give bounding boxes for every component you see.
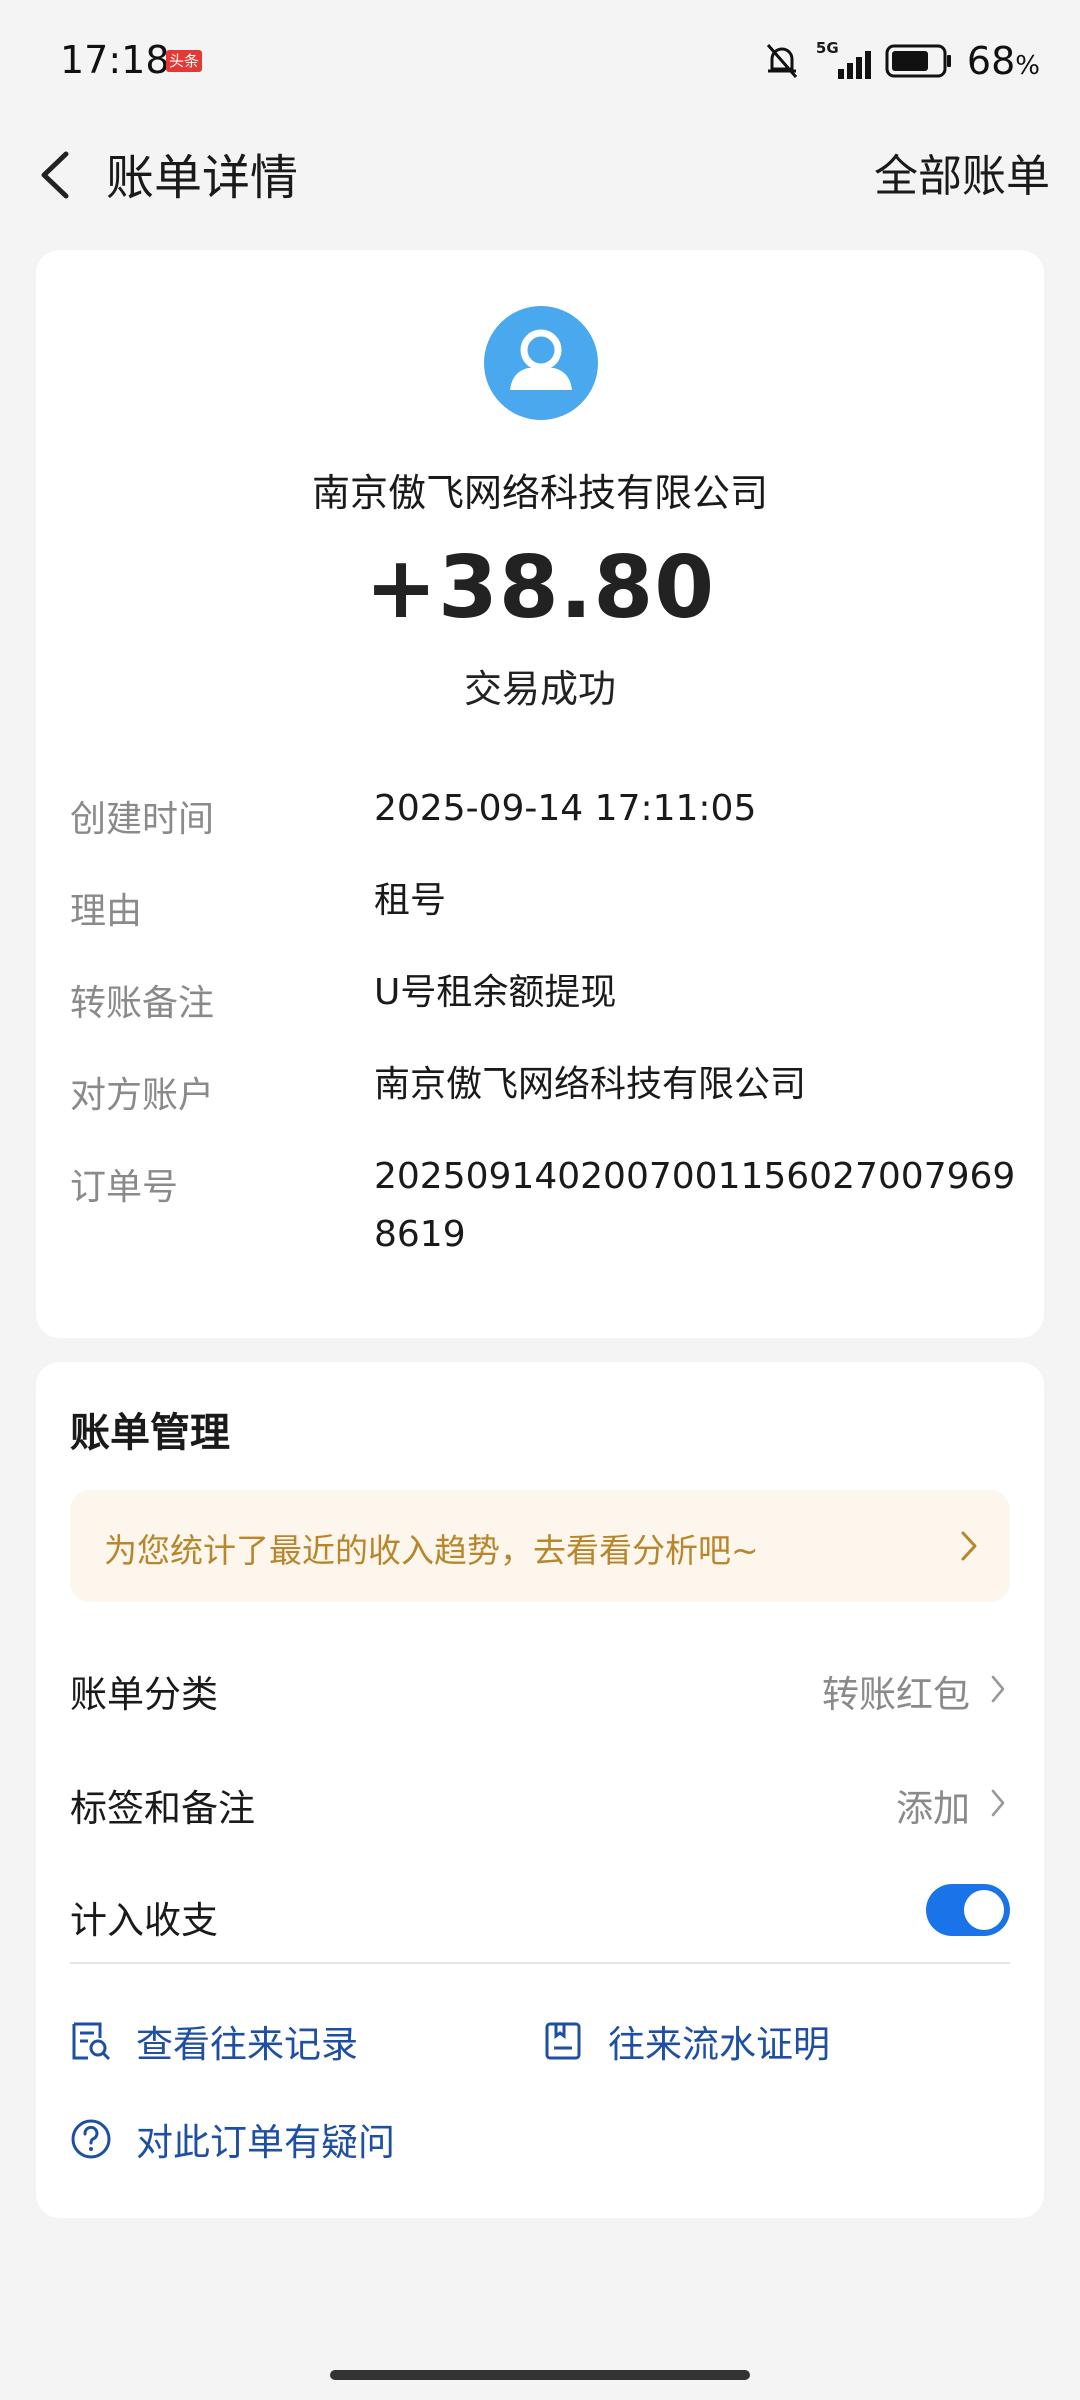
status-time: 17:18 [60, 38, 170, 82]
tags-notes-value: 添加 [896, 1787, 970, 1830]
status-icons: 5G 68% [762, 36, 1040, 86]
battery-level: 68% [966, 39, 1040, 83]
record-search-icon [72, 2022, 111, 2061]
news-app-badge: 头条 [166, 50, 202, 72]
detail-value: U号租余额提现 [374, 972, 617, 1013]
status-bar: 17:18 头条 5G 68% [0, 0, 1080, 120]
detail-label: 创建时间 [70, 799, 215, 840]
detail-value: 租号 [374, 880, 447, 921]
page-title: 账单详情 [106, 150, 299, 206]
merchant-name: 南京傲飞网络科技有限公司 [311, 471, 768, 515]
divider [70, 1962, 1010, 1964]
transaction-card: 南京傲飞网络科技有限公司 +38.80 交易成功 创建时间 2025-09-14… [36, 250, 1044, 1338]
count-in-budget-toggle[interactable] [926, 1884, 1010, 1936]
flow-proof-label: 往来流水证明 [608, 2023, 830, 2066]
signal-icon: 5G [816, 39, 871, 79]
promo-text: 为您统计了最近的收入趋势，去看看分析吧~ [104, 1531, 759, 1570]
flow-proof-link[interactable]: 往来流水证明 [542, 2016, 830, 2066]
order-number-value[interactable]: 20250914020070011560270079698619 [374, 1148, 1034, 1264]
tags-notes-row[interactable]: 标签和备注 添加 [70, 1772, 1010, 1832]
order-question-link[interactable]: 对此订单有疑问 [70, 2114, 395, 2164]
document-icon [545, 2022, 581, 2060]
detail-label: 订单号 [70, 1167, 179, 1208]
home-indicator[interactable] [330, 2370, 750, 2380]
question-circle-icon [71, 2119, 111, 2159]
tags-notes-label: 标签和备注 [70, 1787, 255, 1830]
order-question-label: 对此订单有疑问 [136, 2121, 395, 2164]
bill-management-card: 账单管理 为您统计了最近的收入趋势，去看看分析吧~ 账单分类 转账红包 标签和备… [36, 1362, 1044, 2218]
section-title: 账单管理 [70, 1410, 230, 1456]
merchant-avatar [484, 306, 598, 420]
top-bar: 账单详情 全部账单 [0, 120, 1080, 210]
count-in-budget-label: 计入收支 [70, 1899, 218, 1942]
all-bills-link[interactable]: 全部账单 [874, 140, 1050, 204]
bill-category-row[interactable]: 账单分类 转账红包 [70, 1658, 1010, 1718]
chevron-right-icon [961, 1531, 977, 1561]
detail-label: 转账备注 [70, 983, 215, 1024]
transaction-amount: +38.80 [364, 538, 716, 638]
view-records-link[interactable]: 查看往来记录 [70, 2016, 358, 2066]
detail-value: 南京傲飞网络科技有限公司 [374, 1064, 807, 1105]
user-icon [510, 329, 572, 390]
battery-icon [885, 44, 951, 78]
income-trend-banner[interactable]: 为您统计了最近的收入趋势，去看看分析吧~ [70, 1490, 1010, 1602]
detail-value: 2025-09-14 17:11:05 [374, 788, 757, 829]
toggle-knob [964, 1890, 1004, 1930]
bill-category-label: 账单分类 [70, 1673, 218, 1716]
chevron-right-icon [991, 1789, 1005, 1817]
transaction-status: 交易成功 [463, 667, 616, 711]
detail-label: 对方账户 [70, 1075, 215, 1116]
view-records-label: 查看往来记录 [136, 2023, 358, 2066]
bell-mute-icon [766, 44, 798, 78]
back-arrow-icon[interactable] [30, 140, 80, 210]
network-type: 5G [815, 39, 839, 57]
detail-label: 理由 [70, 891, 143, 932]
count-in-budget-row: 计入收支 [70, 1884, 1010, 1944]
chevron-right-icon [991, 1675, 1005, 1703]
bill-category-value: 转账红包 [822, 1673, 970, 1716]
